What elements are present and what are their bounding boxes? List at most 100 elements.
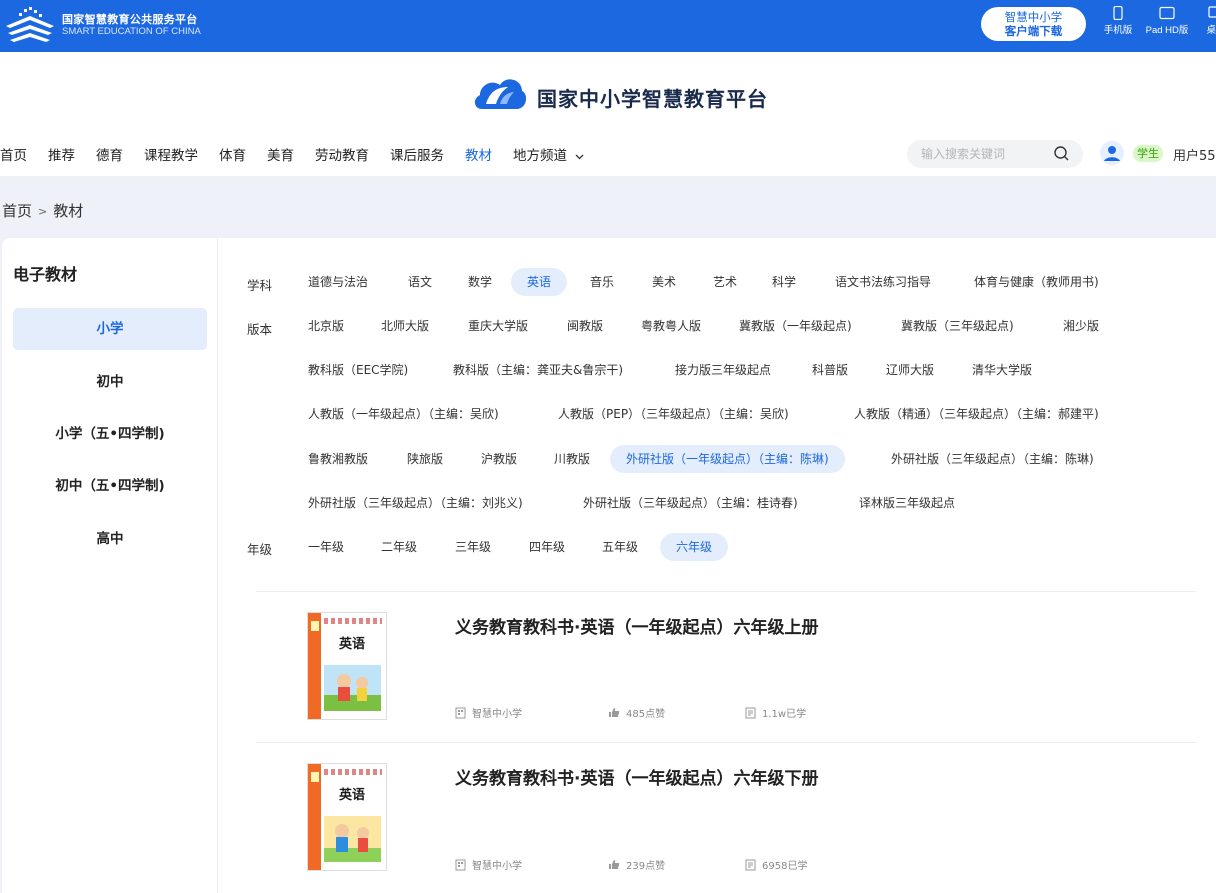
role-badge: 学生 [1133,145,1163,162]
grade-option[interactable]: 五年级 [586,533,654,561]
platform-name-en: SMART EDUCATION OF CHINA [62,26,201,37]
subject-option[interactable]: 体育与健康（教师用书) [958,268,1115,296]
search-input[interactable] [921,145,1051,163]
edition-option[interactable]: 辽师大版 [870,356,950,384]
subject-option[interactable]: 数学 [452,268,508,296]
subject-option[interactable]: 艺术 [697,268,753,296]
edition-option[interactable]: 北师大版 [365,312,445,340]
sidebar-item-primary[interactable]: 小学 [13,308,207,350]
nav-recommend[interactable]: 推荐 [48,144,75,166]
grade-option[interactable]: 一年级 [292,533,360,561]
edition-option[interactable]: 冀教版（三年级起点) [885,312,1030,340]
cover-header-text [324,618,382,624]
book-publisher: 智慧中小学 [455,857,522,872]
edition-option[interactable]: 北京版 [292,312,360,340]
nav-moral[interactable]: 德育 [96,144,123,166]
edition-option[interactable]: 闽教版 [551,312,619,340]
subject-option[interactable]: 语文书法练习指导 [819,268,947,296]
subject-option[interactable]: 道德与法治 [292,268,384,296]
grade-option[interactable]: 三年级 [439,533,507,561]
edition-option[interactable]: 湘少版 [1047,312,1115,340]
subject-label: 学科 [247,278,273,293]
subject-option[interactable]: 美术 [636,268,692,296]
building-icon [455,859,466,870]
nav-home[interactable]: 首页 [0,144,27,166]
platform-name-cn: 国家智慧教育公共服务平台 [62,13,198,26]
cover-header-text [324,769,382,775]
phone-icon [1113,6,1123,20]
edition-option[interactable]: 人教版（精通）（三年级起点）（主编：郝建平) [838,400,1115,428]
sidebar: 电子教材 小学 初中 小学（五•四学制) 初中（五•四学制) 高中 [2,238,218,893]
nav-local-channels[interactable]: 地方频道 [513,144,584,166]
grade-option[interactable]: 二年级 [365,533,433,561]
edition-option[interactable]: 粤教粤人版 [625,312,717,340]
edition-option[interactable]: 冀教版（一年级起点) [723,312,868,340]
desktop-version-link[interactable]: 桌面 [1196,6,1216,36]
pad-version-label: Pad HD版 [1145,25,1189,36]
nav-local-label: 地方频道 [513,148,567,164]
edition-option[interactable]: 川教版 [538,445,606,473]
publisher-text: 智慧中小学 [472,861,522,872]
cover-strip [308,613,321,719]
cover-strip [308,764,321,870]
subject-option[interactable]: 语文 [392,268,448,296]
nav-after-school[interactable]: 课后服务 [390,144,444,166]
main-content: 学科 道德与法治 语文 数学 英语 音乐 美术 艺术 科学 语文书法练习指导 体… [218,238,1216,893]
tablet-icon [1159,6,1175,20]
phone-version-link[interactable]: 手机版 [1100,6,1136,36]
sidebar-item-primary-54[interactable]: 小学（五•四学制) [13,413,207,455]
subject-option[interactable]: 音乐 [574,268,630,296]
book-cover[interactable]: 英语 [307,612,387,720]
book-title[interactable]: 义务教育教科书·英语（一年级起点）六年级上册 [455,613,818,638]
cover-title: 英语 [338,637,365,652]
edition-option[interactable]: 人教版（一年级起点）（主编：吴欣) [292,400,515,428]
thumbs-up-icon [609,708,620,717]
book-learners: 6958已学 [745,857,807,872]
cover-title: 英语 [338,788,365,803]
edition-option[interactable]: 鲁教湘教版 [292,445,384,473]
book-likes: 239点赞 [608,857,665,872]
breadcrumb-home[interactable]: 首页 [2,202,32,220]
subject-option[interactable]: 科学 [756,268,812,296]
book-cover[interactable]: 英语 [307,763,387,871]
edition-option[interactable]: 科普版 [796,356,864,384]
edition-option[interactable]: 重庆大学版 [452,312,544,340]
edition-option[interactable]: 外研社版（三年级起点）（主编：陈琳) [875,445,1110,473]
sidebar-item-junior-54[interactable]: 初中（五•四学制) [13,465,207,507]
edition-option[interactable]: 教科版（EEC学院) [292,356,424,384]
book-title[interactable]: 义务教育教科书·英语（一年级起点）六年级下册 [455,764,818,789]
edition-option-active[interactable]: 外研社版（一年级起点）（主编：陈琳) [610,445,845,473]
pad-version-link[interactable]: Pad HD版 [1140,6,1194,36]
nav-arts[interactable]: 美育 [267,144,294,166]
nav-labor[interactable]: 劳动教育 [315,144,369,166]
grade-label: 年级 [247,542,273,557]
edition-option[interactable]: 外研社版（三年级起点）（主编：刘兆义) [292,489,539,517]
list-divider [256,591,1196,592]
subject-option-active[interactable]: 英语 [511,268,568,296]
thumbs-up-icon [609,860,620,869]
edition-option[interactable]: 沪教版 [465,445,533,473]
edition-option[interactable]: 陕旅版 [391,445,459,473]
cover-illustration-icon [324,816,381,862]
publisher-text: 智慧中小学 [472,709,522,720]
edition-option[interactable]: 外研社版（三年级起点）（主编：桂诗春) [567,489,814,517]
sidebar-item-junior[interactable]: 初中 [13,361,207,403]
username[interactable]: 用户55 [1173,145,1216,164]
phone-version-label: 手机版 [1103,25,1133,36]
nav-courses[interactable]: 课程教学 [144,144,198,166]
search-icon[interactable] [1053,145,1071,163]
user-avatar-icon[interactable] [1100,141,1124,165]
nav-textbooks[interactable]: 教材 [465,144,492,179]
edition-option[interactable]: 接力版三年级起点 [659,356,787,384]
edition-option[interactable]: 人教版（PEP）（三年级起点）（主编：吴欣) [542,400,805,428]
list-divider [256,742,1196,743]
grade-option[interactable]: 四年级 [513,533,581,561]
client-download-button[interactable]: 智慧中小学 客户端下载 [981,7,1086,41]
grade-option-active[interactable]: 六年级 [660,533,729,561]
edition-option[interactable]: 清华大学版 [956,356,1048,384]
edition-option[interactable]: 教科版（主编：龚亚夫&鲁宗干) [437,356,639,384]
likes-text: 239点赞 [626,861,666,872]
sidebar-item-senior[interactable]: 高中 [13,518,207,560]
nav-pe[interactable]: 体育 [219,144,246,166]
edition-option[interactable]: 译林版三年级起点 [843,489,971,517]
